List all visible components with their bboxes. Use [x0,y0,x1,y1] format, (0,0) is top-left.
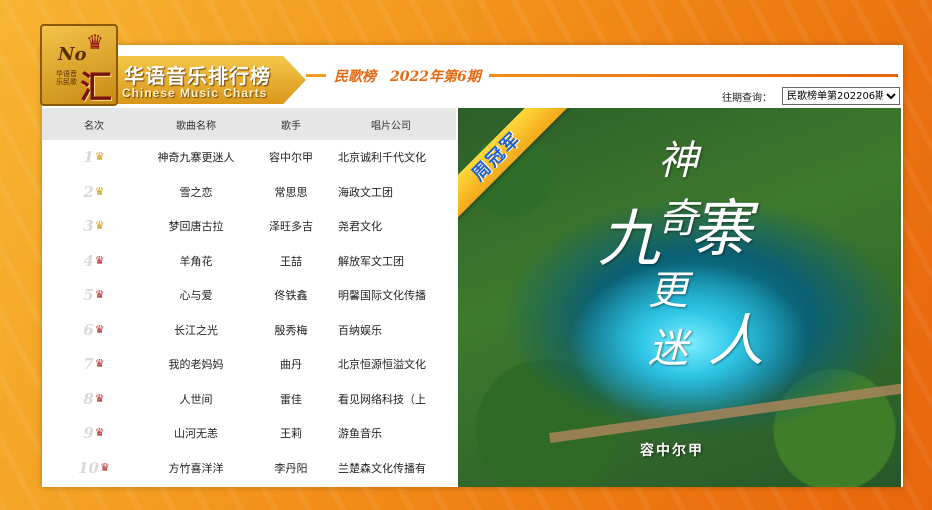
rank-number: 3 [83,217,94,236]
table-row[interactable]: 10♛ 方竹喜洋洋 李丹阳 兰楚森文化传播有 [42,451,456,486]
logo-badge: ♛ No 华语音乐民歌 汇 [40,24,118,106]
table-row[interactable]: 9♛ 山河无恙 王莉 游鱼音乐 [42,416,456,451]
song-label: 海政文工团 [338,185,393,199]
song-label: 尧君文化 [338,220,382,234]
song-artist[interactable]: 曲丹 [246,356,336,372]
song-title[interactable]: 羊角花 [146,253,246,269]
rank-cell: 7♛ [42,355,146,373]
song-title[interactable]: 雪之恋 [146,184,246,200]
crown-red-icon: ♛ [94,426,105,440]
rank-number: 9 [83,424,94,443]
table-row[interactable]: 5♛ 心与爱 佟铁鑫 明馨国际文化传播 [42,278,456,313]
song-label: 解放军文工团 [338,254,404,268]
song-artist[interactable]: 王喆 [246,253,336,269]
song-artist[interactable]: 常思思 [246,184,336,200]
song-label: 游鱼音乐 [338,427,382,441]
crown-red-icon: ♛ [100,460,110,474]
history-label: 往期查询： [722,92,772,104]
song-label: 看见网络科技（上 [338,392,426,406]
song-artist[interactable]: 佟铁鑫 [246,287,336,303]
chart-title: 华语音乐排行榜 [124,64,271,88]
header-artist: 歌手 [281,120,301,132]
rank-cell: 3♛ [42,217,146,235]
song-artist[interactable]: 李丹阳 [246,460,336,476]
rank-cell: 8♛ [42,390,146,408]
song-artist[interactable]: 泽旺多吉 [246,218,336,234]
song-title[interactable]: 人世间 [146,391,246,407]
chart-logo: ♛ No 华语音乐民歌 汇 华语音乐排行榜 Chinese Music Char… [40,24,306,108]
song-artist[interactable]: 王莉 [246,425,336,441]
crown-gold-icon: ♛ [94,150,105,164]
rank-cell: 1♛ [42,148,146,166]
table-row[interactable]: 4♛ 羊角花 王喆 解放军文工团 [42,244,456,279]
cover-artist: 容中尔甲 [640,443,704,459]
weekly-champion-ribbon: 周冠军 [458,108,578,238]
chart-subtitle: Chinese Music Charts [122,86,268,100]
calligraphy-part: 寨 [690,192,753,265]
crown-red-icon: ♛ [94,253,105,267]
album-cover[interactable]: 神奇 九 寨 更迷 人 容中尔甲 周冠军 [458,108,901,487]
song-label: 北京诚利千代文化 [338,151,426,165]
rank-number: 1 [83,148,94,167]
song-title[interactable]: 山河无恙 [146,425,246,441]
song-label: 兰楚森文化传播有 [338,461,426,475]
song-artist[interactable]: 殷秀梅 [246,322,336,338]
crown-red-icon: ♛ [94,288,105,302]
table-row[interactable]: 3♛ 梦回唐古拉 泽旺多吉 尧君文化 [42,209,456,244]
ribbon-label: 周冠军 [458,108,568,228]
song-label: 明馨国际文化传播 [338,289,426,303]
rank-number: 5 [83,286,94,305]
song-title[interactable]: 方竹喜洋洋 [146,460,246,476]
boardwalk [549,382,901,444]
table-row[interactable]: 8♛ 人世间 雷佳 看见网络科技（上 [42,382,456,417]
logo-small-text: 华语音乐民歌 [56,70,77,86]
song-label: 百纳娱乐 [338,323,382,337]
rank-cell: 2♛ [42,183,146,201]
rank-number: 2 [83,182,94,201]
song-artist[interactable]: 容中尔甲 [246,149,336,165]
header-title: 歌曲名称 [176,120,216,132]
song-label: 北京恒源恒溢文化 [338,358,426,372]
song-title[interactable]: 我的老妈妈 [146,356,246,372]
song-title[interactable]: 梦回唐古拉 [146,218,246,234]
calligraphy-part: 更迷 [648,268,688,372]
history-query: 往期查询： 民歌榜单第202206期 [722,87,900,105]
song-artist[interactable]: 雷佳 [246,391,336,407]
chart-table: 名次 歌曲名称 歌手 唱片公司 1♛ 神奇九寨更迷人 容中尔甲 北京诚利千代文化… [42,108,456,487]
table-row[interactable]: 2♛ 雪之恋 常思思 海政文工团 [42,175,456,210]
crown-icon: ♛ [86,30,104,54]
crown-red-icon: ♛ [94,322,105,336]
header-rank: 名次 [84,120,104,132]
rank-cell: 10♛ [42,459,146,477]
rank-number: 4 [83,251,94,270]
rank-cell: 9♛ [42,424,146,442]
rank-number: 10 [78,458,99,477]
logo-hui-char: 汇 [80,68,113,106]
crown-gold-icon: ♛ [94,219,105,233]
table-header: 名次 歌曲名称 歌手 唱片公司 [42,108,456,140]
crown-gold-icon: ♛ [94,184,105,198]
crown-red-icon: ♛ [94,357,105,371]
table-row[interactable]: 1♛ 神奇九寨更迷人 容中尔甲 北京诚利千代文化 [42,140,456,175]
rank-number: 6 [83,320,94,339]
crown-red-icon: ♛ [94,391,105,405]
song-title[interactable]: 心与爱 [146,287,246,303]
issue-title: 民歌榜 2022年第6期 [326,66,489,86]
calligraphy-part: 人 [708,309,764,374]
table-row[interactable]: 7♛ 我的老妈妈 曲丹 北京恒源恒溢文化 [42,347,456,382]
header-label: 唱片公司 [371,120,411,132]
song-title[interactable]: 神奇九寨更迷人 [146,149,246,165]
history-select[interactable]: 民歌榜单第202206期 [782,87,900,105]
rank-number: 8 [83,389,94,408]
rank-cell: 5♛ [42,286,146,304]
song-title[interactable]: 长江之光 [146,322,246,338]
rank-cell: 6♛ [42,321,146,339]
rank-cell: 4♛ [42,252,146,270]
rank-number: 7 [83,355,94,374]
table-row[interactable]: 6♛ 长江之光 殷秀梅 百纳娱乐 [42,313,456,348]
